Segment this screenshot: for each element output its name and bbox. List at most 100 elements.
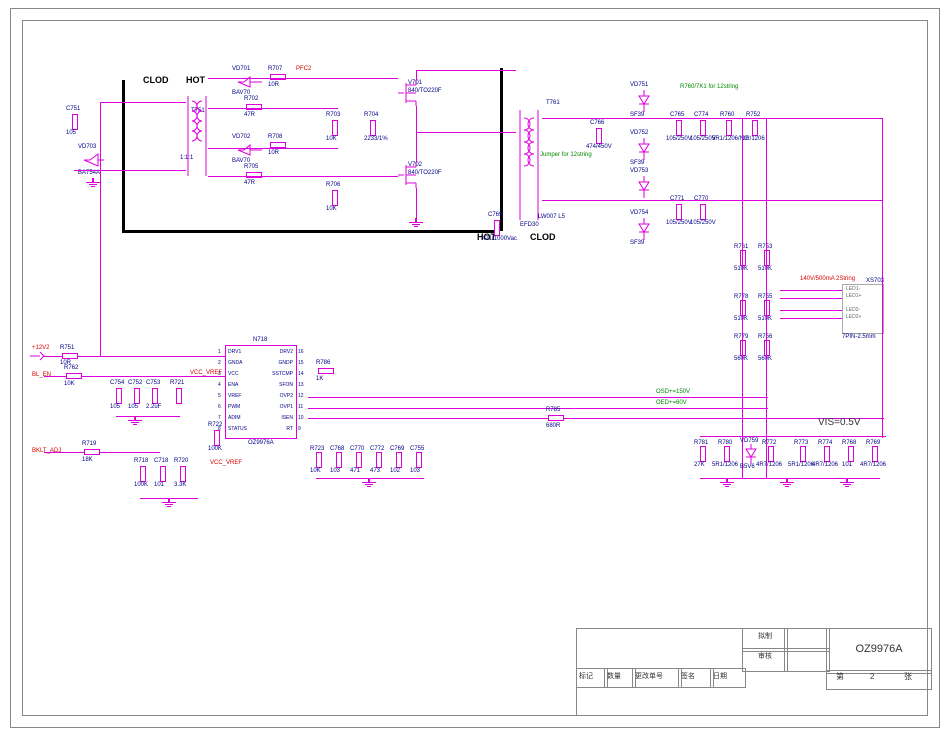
r769 [872, 446, 878, 462]
ref-c765: C765 [670, 112, 684, 118]
wire [308, 408, 768, 409]
ref-efd: EFD30 [520, 222, 539, 228]
wire [416, 188, 417, 218]
diode-icon [238, 74, 262, 90]
pin-vcc: VCC [228, 371, 239, 377]
val-vd759: B5V6 [740, 464, 755, 470]
pin-adim: ADIM [228, 415, 241, 421]
c768 [336, 452, 342, 468]
ref-c755: C755 [410, 446, 424, 452]
vcc-vref1: VCC_VREF [190, 370, 222, 376]
r703 [332, 120, 338, 136]
conn-pin-5: LED2+ [844, 314, 863, 320]
jumper-note: Jumper for 12string [540, 152, 592, 158]
gnd-icon [128, 416, 142, 426]
val-c766: 474/450V [586, 144, 612, 150]
wire [416, 70, 516, 71]
r719 [84, 449, 100, 455]
wire [100, 452, 160, 453]
wire [780, 310, 842, 311]
pin-num: 10 [298, 415, 304, 421]
val-r720: 3.3K [174, 482, 186, 488]
val-r761: 510K [734, 266, 748, 272]
val-c770b: 471 [350, 468, 360, 474]
val-r718: 100K [134, 482, 148, 488]
r752 [752, 120, 758, 136]
ref-vd701: VD701 [232, 66, 250, 72]
pin-num: 9 [298, 426, 301, 432]
wire [308, 418, 548, 419]
ref-r720: R720 [174, 458, 188, 464]
gnd-icon [362, 478, 376, 488]
val-r768: 101 [842, 462, 852, 468]
clod-label-left: CLOD [143, 76, 169, 85]
clod-label-bot: CLOD [530, 233, 556, 242]
val-r779: 560K [734, 356, 748, 362]
transformer-icon [516, 110, 542, 220]
ref-c768: C768 [330, 446, 344, 452]
wire [416, 106, 417, 162]
r779 [740, 340, 746, 356]
val-c718: 101 [154, 482, 164, 488]
r768 [848, 446, 854, 462]
val-r786: 1K [316, 376, 323, 382]
c770b [356, 452, 362, 468]
wire [766, 118, 767, 478]
diode-icon [238, 142, 262, 158]
ref-c769b: C769 [390, 446, 404, 452]
c769 [494, 220, 500, 236]
ref-c753: C753 [146, 380, 160, 386]
wire [882, 118, 883, 438]
rail1: OSD+=150V [656, 389, 690, 395]
wire [74, 170, 186, 171]
val-r778: 510K [734, 316, 748, 322]
val-c755: 103 [410, 468, 420, 474]
val-r756: 560K [758, 356, 772, 362]
ref-c771: C771 [670, 196, 684, 202]
val-c751: 105 [66, 130, 76, 136]
ref-v701: V701 [408, 80, 422, 86]
wire [208, 108, 338, 109]
out-note: 140V/500mA 2String [800, 276, 855, 282]
wire [542, 200, 882, 201]
wire [44, 452, 84, 453]
rail2: OED+=60V [656, 400, 687, 406]
r722 [214, 430, 220, 446]
pin-pwm: PWM [228, 404, 240, 410]
conn-footprint: 7PIN-2.5mm [842, 334, 876, 340]
hot-label-left: HOT [186, 76, 205, 85]
val-v702: 840/TO220F [408, 170, 442, 176]
ref-r719: R719 [82, 441, 96, 447]
vis-label: VIS=0.5V [818, 418, 861, 428]
c751 [72, 114, 78, 130]
val-r780: 5R1/1206 [712, 462, 738, 468]
pin-num: 1 [218, 349, 221, 355]
val-r706: 10K [326, 206, 337, 212]
page-num: 2 [870, 673, 874, 681]
tb-h3: 更改单号 [632, 668, 682, 688]
r785 [548, 415, 564, 421]
ref-r706: R706 [326, 182, 340, 188]
diode-icon [84, 150, 104, 170]
pin-drv2: DRV2 [268, 349, 293, 355]
val-r762: 10K [64, 381, 75, 387]
r706 [332, 190, 338, 206]
val-r703: 10K [326, 136, 337, 142]
r704 [370, 120, 376, 136]
ref-t761: T761 [546, 100, 560, 106]
ref-r769: R769 [866, 440, 880, 446]
ref-c766: C766 [590, 120, 604, 126]
pin-num: 5 [218, 393, 221, 399]
r774 [824, 446, 830, 462]
zener-icon [744, 444, 758, 464]
ref-vd754: VD754 [630, 210, 648, 216]
val-vd752: SF39 [630, 160, 644, 166]
val-c770: 105/250V [690, 220, 716, 226]
transformer-icon [186, 96, 208, 176]
ref-vd759: VD759 [740, 438, 758, 444]
wire [416, 132, 516, 133]
val-r722: 100K [208, 446, 222, 452]
r761 [740, 250, 746, 266]
net-12v2: +12V2 [32, 345, 50, 351]
val-c768: 103 [330, 468, 340, 474]
